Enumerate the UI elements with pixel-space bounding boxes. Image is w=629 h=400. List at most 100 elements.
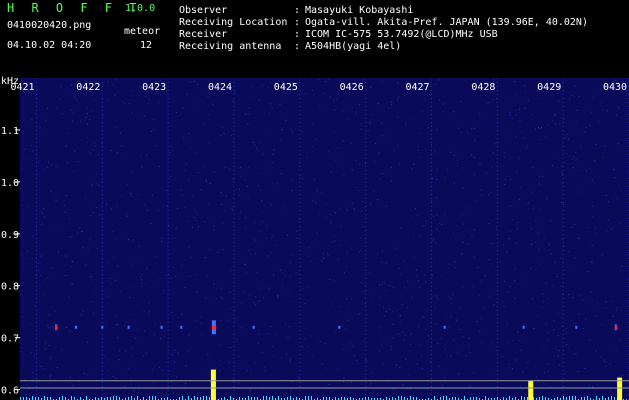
noise-speck: [141, 282, 143, 284]
noise-speck: [423, 316, 425, 318]
noise-speck: [257, 342, 259, 344]
noise-speck: [254, 362, 256, 364]
noise-speck: [89, 152, 91, 154]
noise-speck: [524, 279, 526, 281]
noise-speck: [140, 279, 142, 281]
noise-speck: [590, 111, 592, 113]
noise-speck: [281, 207, 283, 209]
noise-speck: [492, 152, 494, 154]
noise-speck: [556, 276, 558, 278]
noise-speck: [182, 107, 184, 109]
noise-speck: [409, 264, 411, 266]
noise-speck: [339, 208, 341, 210]
noise-speck: [310, 335, 312, 337]
noise-speck: [343, 175, 345, 176]
noise-speck: [280, 95, 282, 97]
noise-speck: [130, 193, 132, 195]
noise-speck: [129, 103, 130, 104]
noise-speck: [157, 209, 159, 211]
noise-speck: [321, 192, 323, 194]
noise-speck: [104, 356, 106, 358]
noise-speck: [397, 317, 399, 319]
noise-speck: [398, 96, 400, 98]
noise-speck: [437, 366, 439, 368]
noise-speck: [591, 178, 593, 180]
noise-speck: [26, 250, 28, 252]
noise-speck: [334, 332, 336, 333]
noise-speck: [48, 345, 50, 347]
noise-speck: [413, 257, 415, 259]
noise-speck: [380, 333, 382, 335]
noise-speck: [220, 135, 222, 136]
noise-speck: [519, 199, 521, 201]
noise-speck: [427, 127, 429, 129]
noise-speck: [285, 379, 287, 381]
noise-speck: [48, 161, 49, 163]
noise-speck: [261, 84, 263, 86]
noise-speck: [215, 171, 216, 173]
noise-speck: [133, 313, 135, 315]
noise-speck: [255, 240, 257, 241]
noise-speck: [188, 180, 190, 182]
noise-speck: [451, 332, 453, 334]
noise-speck: [535, 220, 537, 222]
noise-speck: [257, 301, 259, 303]
noise-speck: [575, 159, 577, 161]
noise-speck: [77, 397, 79, 399]
noise-speck: [563, 245, 565, 247]
noise-speck: [151, 131, 153, 132]
noise-speck: [289, 326, 290, 328]
noise-speck: [270, 103, 272, 105]
x-tick-label: 0425: [274, 82, 298, 93]
noise-speck: [204, 166, 206, 167]
noise-speck: [545, 324, 547, 326]
noise-speck: [558, 100, 560, 102]
noise-speck: [520, 349, 522, 351]
noise-speck: [531, 243, 533, 245]
noise-speck: [379, 178, 381, 180]
noise-speck: [20, 374, 21, 376]
noise-speck: [453, 261, 455, 263]
noise-speck: [197, 226, 199, 228]
noise-speck: [205, 181, 207, 183]
noise-speck: [254, 221, 256, 223]
noise-speck: [141, 273, 143, 275]
noise-speck: [26, 384, 28, 386]
noise-speck: [65, 195, 67, 196]
noise-speck: [358, 189, 360, 191]
level-bar: [305, 396, 306, 400]
noise-speck: [626, 143, 628, 144]
noise-speck: [585, 126, 587, 128]
noise-speck: [130, 194, 132, 196]
noise-speck: [292, 179, 294, 181]
noise-speck: [572, 354, 574, 356]
noise-speck: [264, 366, 266, 368]
noise-speck: [397, 99, 399, 101]
noise-speck: [452, 233, 454, 235]
noise-speck: [222, 222, 224, 224]
noise-speck: [196, 291, 198, 293]
noise-speck: [57, 334, 59, 335]
noise-speck: [236, 339, 238, 341]
noise-speck: [319, 340, 321, 342]
noise-speck: [559, 124, 561, 125]
noise-speck: [168, 371, 170, 373]
noise-speck: [247, 123, 249, 125]
noise-speck: [312, 146, 313, 148]
noise-speck: [532, 298, 534, 300]
noise-speck: [358, 104, 360, 106]
noise-speck: [448, 296, 450, 298]
level-bar: [485, 396, 486, 400]
noise-speck: [548, 298, 549, 300]
noise-speck: [219, 360, 221, 362]
noise-speck: [461, 132, 463, 134]
noise-speck: [523, 137, 525, 139]
level-bar: [266, 396, 267, 400]
noise-speck: [382, 81, 383, 83]
noise-speck: [319, 105, 321, 107]
noise-speck: [330, 390, 332, 392]
noise-speck: [224, 166, 226, 168]
noise-speck: [282, 285, 283, 287]
noise-speck: [85, 264, 87, 266]
noise-speck: [270, 395, 271, 397]
